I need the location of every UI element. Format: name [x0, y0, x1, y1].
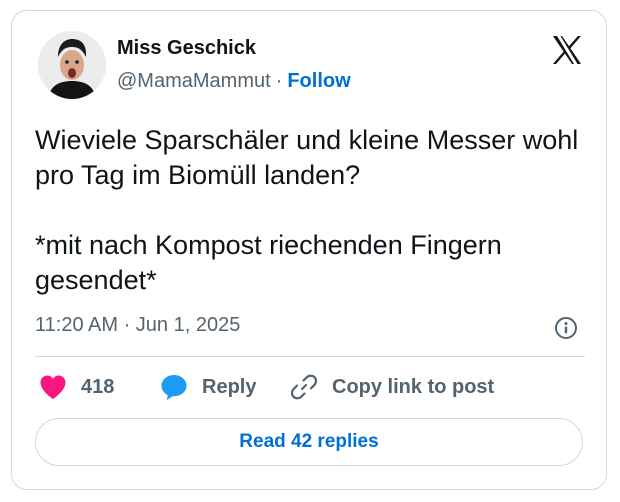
tweet-paragraph-2: *mit nach Kompost riechenden Fingern ges… [35, 230, 502, 295]
heart-icon [40, 375, 66, 399]
read-replies-button[interactable]: Read 42 replies [35, 418, 583, 466]
handle-separator: · [275, 70, 283, 92]
copy-link-label: Copy link to post [332, 375, 495, 398]
author-name[interactable]: Miss Geschick [117, 37, 256, 60]
copy-link-button[interactable]: Copy link to post [290, 372, 494, 402]
avatar[interactable] [38, 31, 106, 99]
info-icon[interactable] [554, 316, 578, 340]
author-handle[interactable]: @MamaMammut [117, 70, 271, 92]
follow-link[interactable]: Follow [287, 70, 350, 92]
speech-bubble-icon [161, 375, 187, 400]
author-handle-row: @MamaMammut · Follow [117, 70, 351, 93]
avatar-image [38, 31, 106, 99]
tweet-text: Wieviele Sparschäler und kleine Messer w… [35, 123, 595, 298]
reply-label: Reply [202, 375, 257, 398]
link-icon [290, 374, 318, 400]
tweet-paragraph-1: Wieviele Sparschäler und kleine Messer w… [35, 125, 579, 190]
read-replies-label: Read 42 replies [239, 431, 379, 452]
x-logo-icon[interactable] [550, 33, 584, 67]
reply-button[interactable]: Reply [160, 372, 256, 402]
tweet-card: Miss Geschick @MamaMammut · Follow Wieviel… [11, 10, 607, 490]
like-button[interactable]: 418 [39, 372, 114, 402]
tweet-timestamp[interactable]: 11:20 AM · Jun 1, 2025 [35, 314, 240, 337]
like-count: 418 [81, 375, 115, 398]
divider [35, 356, 585, 357]
